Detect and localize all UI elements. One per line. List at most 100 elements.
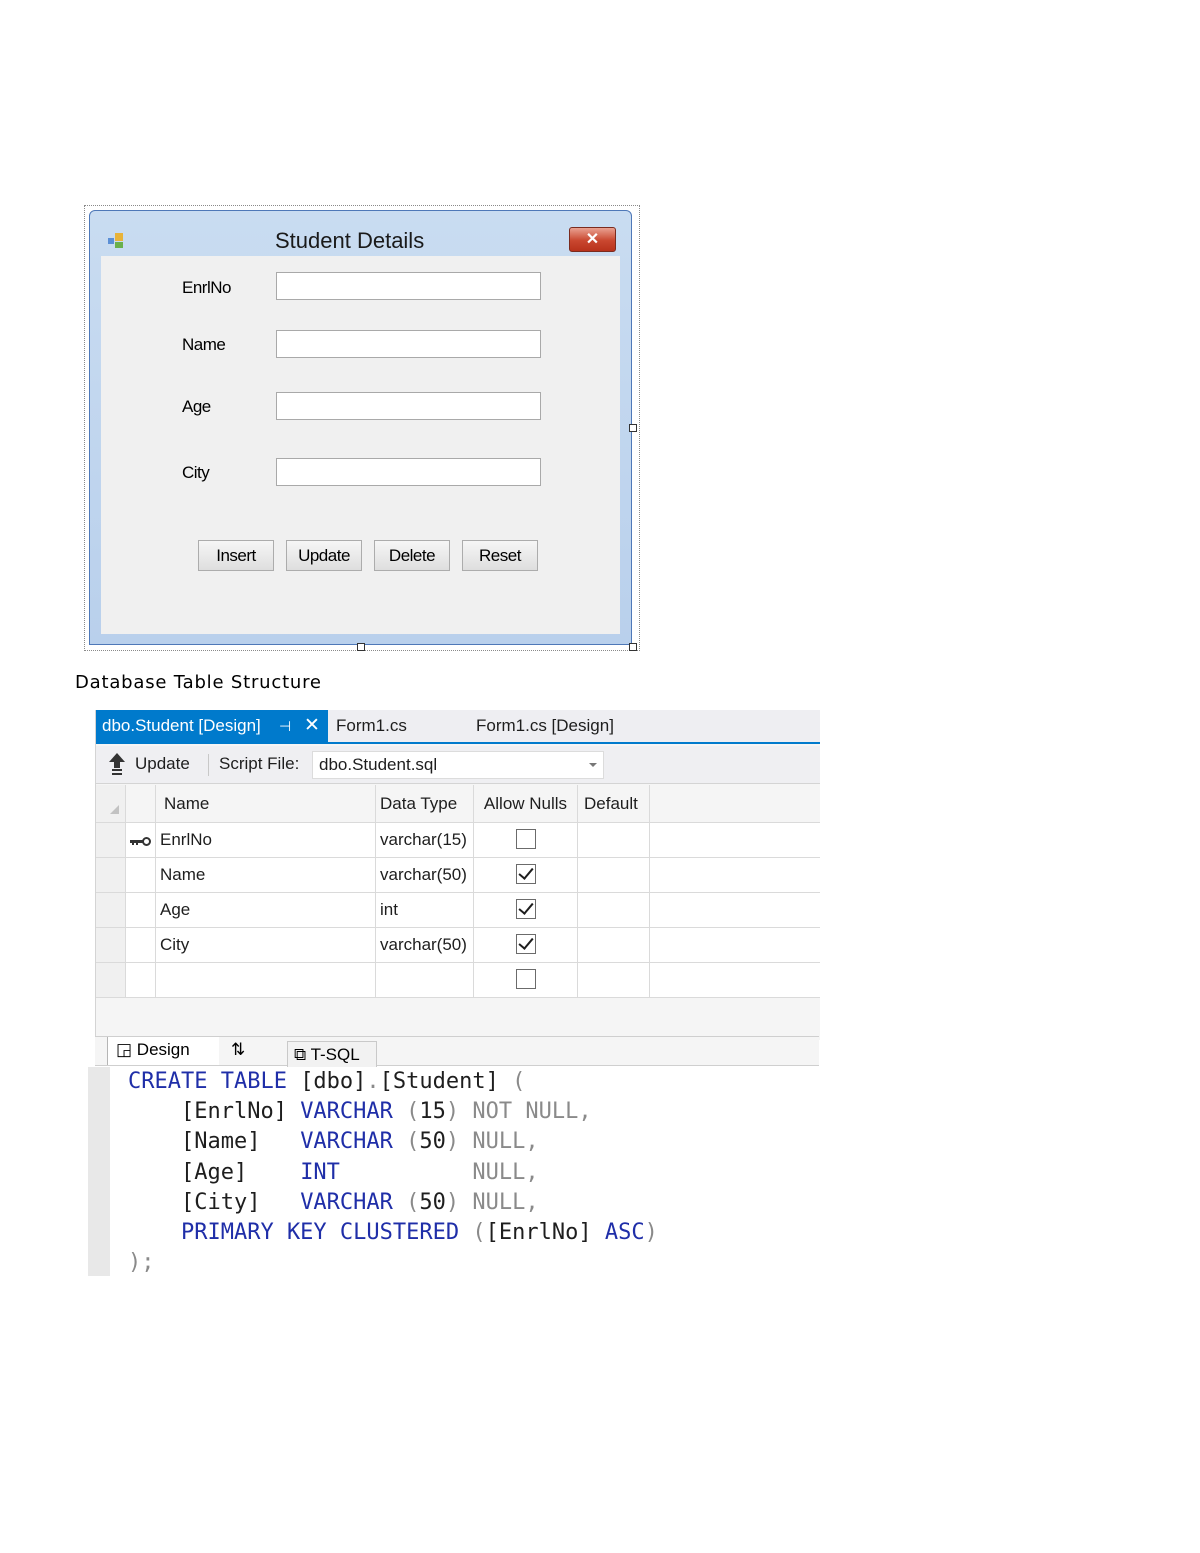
table-row[interactable]: Name varchar(50) — [96, 858, 820, 893]
tsql-editor[interactable]: CREATE TABLE [dbo].[Student] ( [EnrlNo] … — [88, 1067, 819, 1276]
column-name-cell[interactable]: Age — [156, 893, 376, 927]
key-cell — [126, 823, 156, 857]
header-name[interactable]: Name — [156, 785, 376, 822]
sql-token: PRIMARY KEY CLUSTERED — [128, 1220, 473, 1246]
sql-token: ) — [445, 1099, 473, 1125]
sql-token: [Student] — [379, 1069, 513, 1094]
row-selector[interactable] — [96, 963, 126, 997]
allow-nulls-checkbox[interactable] — [515, 829, 536, 850]
allow-nulls-cell — [474, 858, 578, 892]
enrlno-input[interactable] — [276, 272, 541, 300]
column-name-cell[interactable]: Name — [156, 858, 376, 892]
key-cell — [126, 963, 156, 997]
app-form-icon — [108, 233, 126, 249]
tsql-pane-tab[interactable]: ⧉ T-SQL — [287, 1041, 377, 1067]
data-type-cell[interactable]: varchar(50) — [376, 928, 474, 962]
update-arrow-icon[interactable] — [108, 753, 126, 775]
sql-token: [Name] — [128, 1129, 301, 1155]
row-selector[interactable] — [96, 893, 126, 927]
age-label: Age — [182, 397, 211, 416]
sql-token: NOT NULL, — [472, 1099, 592, 1125]
column-name-cell[interactable]: City — [156, 928, 376, 962]
key-cell — [126, 858, 156, 892]
header-default[interactable]: Default — [578, 785, 650, 822]
toolbar-separator — [208, 754, 209, 776]
row-selector[interactable] — [96, 928, 126, 962]
default-cell[interactable] — [578, 963, 650, 997]
insert-button[interactable]: Insert — [198, 540, 274, 571]
grid-header-row: Name Data Type Allow Nulls Default — [96, 785, 820, 823]
sql-token: . — [366, 1069, 380, 1094]
allow-nulls-cell — [474, 928, 578, 962]
delete-button[interactable]: Delete — [374, 540, 450, 571]
tab-form1-cs[interactable]: Form1.cs — [336, 710, 407, 742]
column-name-cell[interactable] — [156, 963, 376, 997]
default-cell[interactable] — [578, 858, 650, 892]
script-file-value: dbo.Student.sql — [319, 755, 438, 774]
sql-token: [City] — [128, 1189, 301, 1215]
reset-button[interactable]: Reset — [462, 540, 538, 571]
sql-token: [EnrlNo] — [128, 1099, 301, 1125]
enrlno-label: EnrlNo — [182, 278, 231, 297]
sql-token: ( — [406, 1189, 420, 1215]
form-title-bar[interactable]: Student Details ✕ — [90, 211, 631, 255]
table-row[interactable]: Age int — [96, 893, 820, 928]
sql-token: [dbo] — [300, 1069, 367, 1094]
sql-token: INT — [300, 1159, 473, 1185]
table-row[interactable] — [96, 963, 820, 998]
sql-token: ( — [512, 1069, 526, 1094]
tsql-tab-label: T-SQL — [310, 1045, 360, 1064]
tsql-tab-icon: ⧉ — [294, 1045, 307, 1064]
sql-token: ) — [445, 1189, 473, 1215]
editor-gutter — [88, 1067, 110, 1276]
data-type-cell[interactable]: varchar(50) — [376, 858, 474, 892]
table-row[interactable]: City varchar(50) — [96, 928, 820, 963]
tab-student-design[interactable]: dbo.Student [Design] ⊣ ✕ — [96, 710, 328, 742]
close-tab-icon[interactable]: ✕ — [304, 710, 320, 742]
script-file-select[interactable]: dbo.Student.sql — [312, 751, 604, 779]
key-header-cell — [126, 785, 156, 822]
city-input[interactable] — [276, 458, 541, 486]
row-selector[interactable] — [96, 858, 126, 892]
close-button[interactable]: ✕ — [569, 227, 616, 252]
update-button[interactable]: Update — [286, 540, 362, 571]
resize-handle-bottom[interactable] — [357, 643, 365, 651]
sql-token: ) — [644, 1220, 658, 1246]
resize-handle-corner[interactable] — [629, 643, 637, 651]
header-allow-nulls[interactable]: Allow Nulls — [474, 785, 578, 822]
allow-nulls-checkbox[interactable] — [515, 899, 536, 920]
allow-nulls-cell — [474, 823, 578, 857]
allow-nulls-checkbox[interactable] — [515, 969, 536, 990]
header-data-type[interactable]: Data Type — [376, 785, 474, 822]
student-details-form[interactable]: Student Details ✕ EnrlNo Name Age City I… — [89, 210, 632, 645]
allow-nulls-checkbox[interactable] — [515, 934, 536, 955]
allow-nulls-checkbox[interactable] — [515, 864, 536, 885]
sql-code[interactable]: CREATE TABLE [dbo].[Student] ( [EnrlNo] … — [128, 1067, 658, 1278]
row-selector[interactable] — [96, 823, 126, 857]
default-cell[interactable] — [578, 893, 650, 927]
tab-form1-design[interactable]: Form1.cs [Design] — [476, 710, 614, 742]
default-cell[interactable] — [578, 928, 650, 962]
primary-key-icon — [130, 837, 152, 846]
data-type-cell[interactable] — [376, 963, 474, 997]
name-input[interactable] — [276, 330, 541, 358]
swap-panes-icon[interactable]: ⇅ — [231, 1040, 245, 1060]
select-all-corner[interactable] — [96, 785, 126, 822]
age-input[interactable] — [276, 392, 541, 420]
default-cell[interactable] — [578, 823, 650, 857]
column-name-cell[interactable]: EnrlNo — [156, 823, 376, 857]
design-pane-tab[interactable]: ◲ Design — [107, 1037, 219, 1065]
design-tab-label: Design — [136, 1040, 190, 1059]
sql-token: ( — [406, 1129, 420, 1155]
sql-token: NULL, — [472, 1129, 539, 1155]
designer-toolbar: Update Script File: dbo.Student.sql — [96, 746, 820, 784]
pin-icon[interactable]: ⊣ — [279, 710, 291, 742]
allow-nulls-cell — [474, 893, 578, 927]
toolbar-update-button[interactable]: Update — [135, 754, 190, 774]
data-type-cell[interactable]: varchar(15) — [376, 823, 474, 857]
chevron-down-icon[interactable] — [589, 763, 597, 767]
data-type-cell[interactable]: int — [376, 893, 474, 927]
name-label: Name — [182, 335, 226, 354]
table-row[interactable]: EnrlNo varchar(15) — [96, 823, 820, 858]
resize-handle-right[interactable] — [629, 424, 637, 432]
